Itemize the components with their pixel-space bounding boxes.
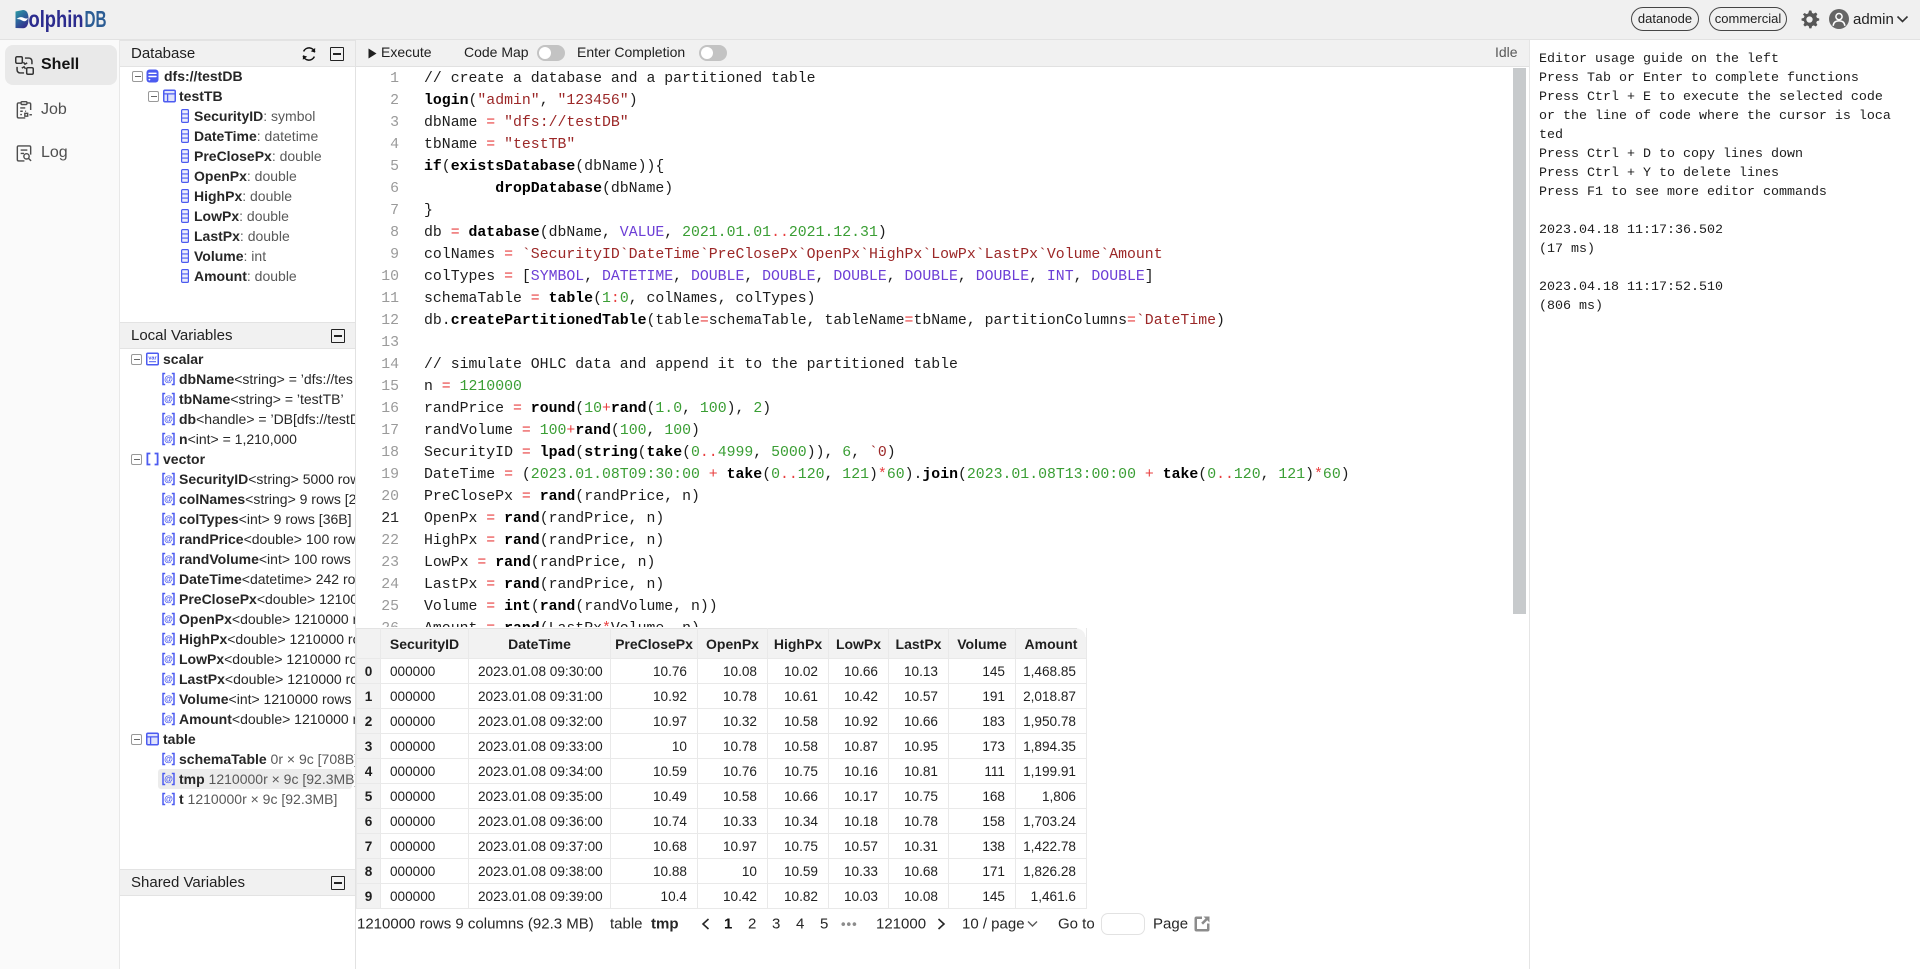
svg-text:@: @ (164, 414, 173, 424)
svg-text:@: @ (164, 394, 173, 404)
svg-text:@: @ (164, 434, 173, 444)
svg-text:@: @ (164, 754, 173, 764)
svg-text:@: @ (164, 694, 173, 704)
svg-text:@: @ (164, 654, 173, 664)
svg-text:@: @ (164, 614, 173, 624)
svg-text:@: @ (164, 774, 173, 784)
svg-text:@: @ (164, 534, 173, 544)
svg-text:@: @ (164, 554, 173, 564)
svg-text:@: @ (164, 514, 173, 524)
svg-text:@: @ (164, 474, 173, 484)
svg-text:olphin: olphin (29, 8, 84, 32)
svg-text:@: @ (164, 794, 173, 804)
svg-text:@: @ (164, 714, 173, 724)
svg-text:@: @ (164, 574, 173, 584)
svg-text:@: @ (164, 494, 173, 504)
svg-text:@: @ (164, 594, 173, 604)
svg-text:DB: DB (85, 8, 107, 32)
svg-text:@: @ (164, 634, 173, 644)
svg-text:@: @ (164, 374, 173, 384)
svg-text:var: var (148, 355, 157, 361)
svg-text:@: @ (164, 674, 173, 684)
